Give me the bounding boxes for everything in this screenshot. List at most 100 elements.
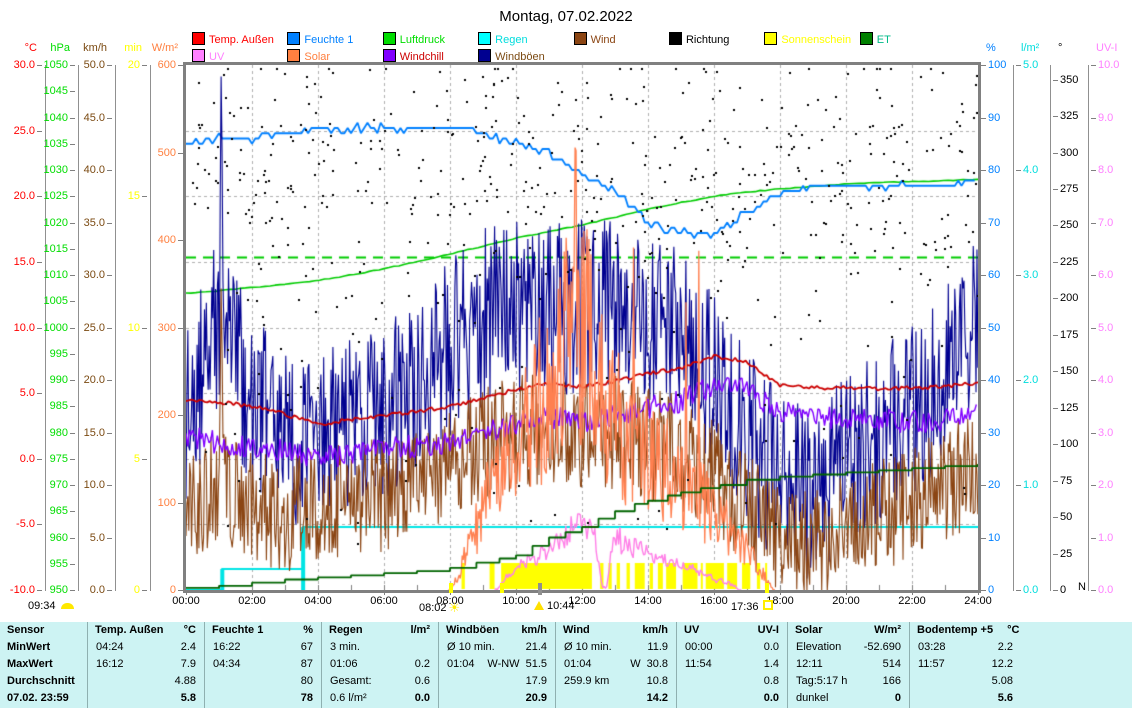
table-col-uv: UVUV-I00:000.011:541.40.80.0	[677, 622, 788, 708]
table-row-label: 07.02. 23:59	[0, 690, 87, 707]
axis-label: 1050	[44, 60, 68, 71]
legend-item-feuchte-1: Feuchte 1	[287, 32, 382, 46]
axis-tick	[70, 354, 75, 355]
axis-tick	[1053, 116, 1058, 117]
legend-item-temp-au-en: Temp. Außen	[192, 32, 287, 46]
axis-label: 1005	[44, 296, 68, 307]
axis-tick	[981, 328, 986, 329]
column-name: Temp. Außen	[88, 622, 163, 639]
moonrise-icon	[534, 601, 544, 610]
time-axis-label: 16:00	[692, 595, 736, 607]
table-cell-row: 259.9 km10.8	[556, 673, 676, 690]
axis-tick	[70, 406, 75, 407]
legend-item-et: ET	[860, 32, 955, 46]
axis-label: 10	[128, 323, 140, 334]
axis-label: 6.0	[1098, 270, 1113, 281]
column-name: Bodentemp +5	[910, 622, 993, 639]
column-unit: km/h	[642, 622, 676, 639]
legend-color-swatch	[669, 32, 682, 45]
column-unit: %	[303, 622, 321, 639]
table-cell-row: 01:060.2	[322, 656, 438, 673]
axis-label: 20.0	[14, 191, 35, 202]
column-name: Regen	[322, 622, 363, 639]
cell-label	[910, 673, 918, 690]
axis-label: 600	[158, 60, 176, 71]
axis-line-l/m²	[1013, 65, 1014, 591]
table-cell-row: Elevation -52.690	[788, 639, 909, 656]
axis-label: 0.0	[1098, 585, 1113, 596]
plot-frame	[183, 62, 981, 593]
cell-label: 01:04	[556, 656, 592, 673]
axis-label: 10.0	[1098, 60, 1119, 71]
table-column-header: Temp. Außen°C	[88, 622, 204, 639]
axis-tick	[37, 196, 42, 197]
legend-label: Regen	[495, 34, 527, 46]
column-name: Feuchte 1	[205, 622, 263, 639]
column-name: Wind	[556, 622, 590, 639]
cell-label: 0.6 l/m²	[322, 690, 367, 707]
cell-value: 14.2	[647, 690, 676, 707]
axis-label: 200	[1060, 293, 1078, 304]
axis-line-hPa	[78, 65, 79, 591]
axis-label: 8.0	[1098, 165, 1113, 176]
axis-label: 15.0	[14, 257, 35, 268]
time-axis-tick	[582, 590, 583, 595]
table-cell-row: 04:3487	[205, 656, 321, 673]
axis-line-UV-I	[1088, 65, 1089, 591]
axis-tick	[1016, 485, 1021, 486]
axis-tick	[1016, 170, 1021, 171]
axis-tick	[107, 65, 112, 66]
table-cell-row: 11:5712.2	[910, 656, 1132, 673]
cell-value: 0.0	[764, 690, 787, 707]
cell-value: 2.4	[181, 639, 204, 656]
time-axis-tick	[912, 590, 913, 595]
axis-tick	[981, 485, 986, 486]
cell-value: 2.2	[998, 639, 1132, 656]
axis-label: 100	[158, 498, 176, 509]
axis-tick	[1053, 408, 1058, 409]
weather-plot-canvas	[186, 65, 978, 590]
axis-label: 7.0	[1098, 218, 1113, 229]
axis-tick	[1053, 517, 1058, 518]
cell-label: 04:24	[88, 639, 124, 656]
cell-label	[439, 690, 447, 707]
axis-line-min	[150, 65, 151, 591]
legend-color-swatch	[383, 49, 396, 62]
table-row-label: Durchschnitt	[0, 673, 87, 690]
axis-tick	[142, 328, 147, 329]
axis-label: 225	[1060, 257, 1078, 268]
table-cell-row: 12:11514	[788, 656, 909, 673]
axis-label: 975	[50, 454, 68, 465]
table-column-header: Bodentemp +5°C	[910, 622, 1132, 639]
axis-unit-hPa: hPa	[50, 42, 70, 54]
axis-tick	[1053, 554, 1058, 555]
time-axis-tick	[384, 590, 385, 595]
moonset-icon	[61, 603, 74, 609]
moonset-marker	[500, 583, 504, 593]
time-axis-label: 14:00	[626, 595, 670, 607]
axis-label: 60	[988, 270, 1000, 281]
time-axis-tick	[648, 590, 649, 595]
axis-tick	[981, 275, 986, 276]
table-cell-row: 0.0	[677, 690, 787, 707]
axis-tick	[981, 65, 986, 66]
axis-unit-min: min	[124, 42, 142, 54]
cell-direction: W-NW	[487, 658, 519, 670]
table-cell-row: dunkel0	[788, 690, 909, 707]
table-cell-row: 78	[205, 690, 321, 707]
axis-tick	[981, 380, 986, 381]
cell-value: -52.690	[864, 639, 909, 656]
cell-label: Gesamt:	[322, 673, 372, 690]
legend-item-richtung: Richtung	[669, 32, 764, 46]
axis-label: 20.0	[84, 375, 105, 386]
axis-tick	[107, 170, 112, 171]
axis-tick	[1053, 444, 1058, 445]
axis-tick	[37, 524, 42, 525]
legend-item-windb-en: Windböen	[478, 49, 573, 63]
time-axis-label: 22:00	[890, 595, 934, 607]
axis-tick	[1053, 371, 1058, 372]
axis-label: 970	[50, 480, 68, 491]
column-name: Solar	[788, 622, 823, 639]
legend-label: ET	[877, 34, 891, 46]
cell-label: Elevation	[788, 639, 841, 656]
